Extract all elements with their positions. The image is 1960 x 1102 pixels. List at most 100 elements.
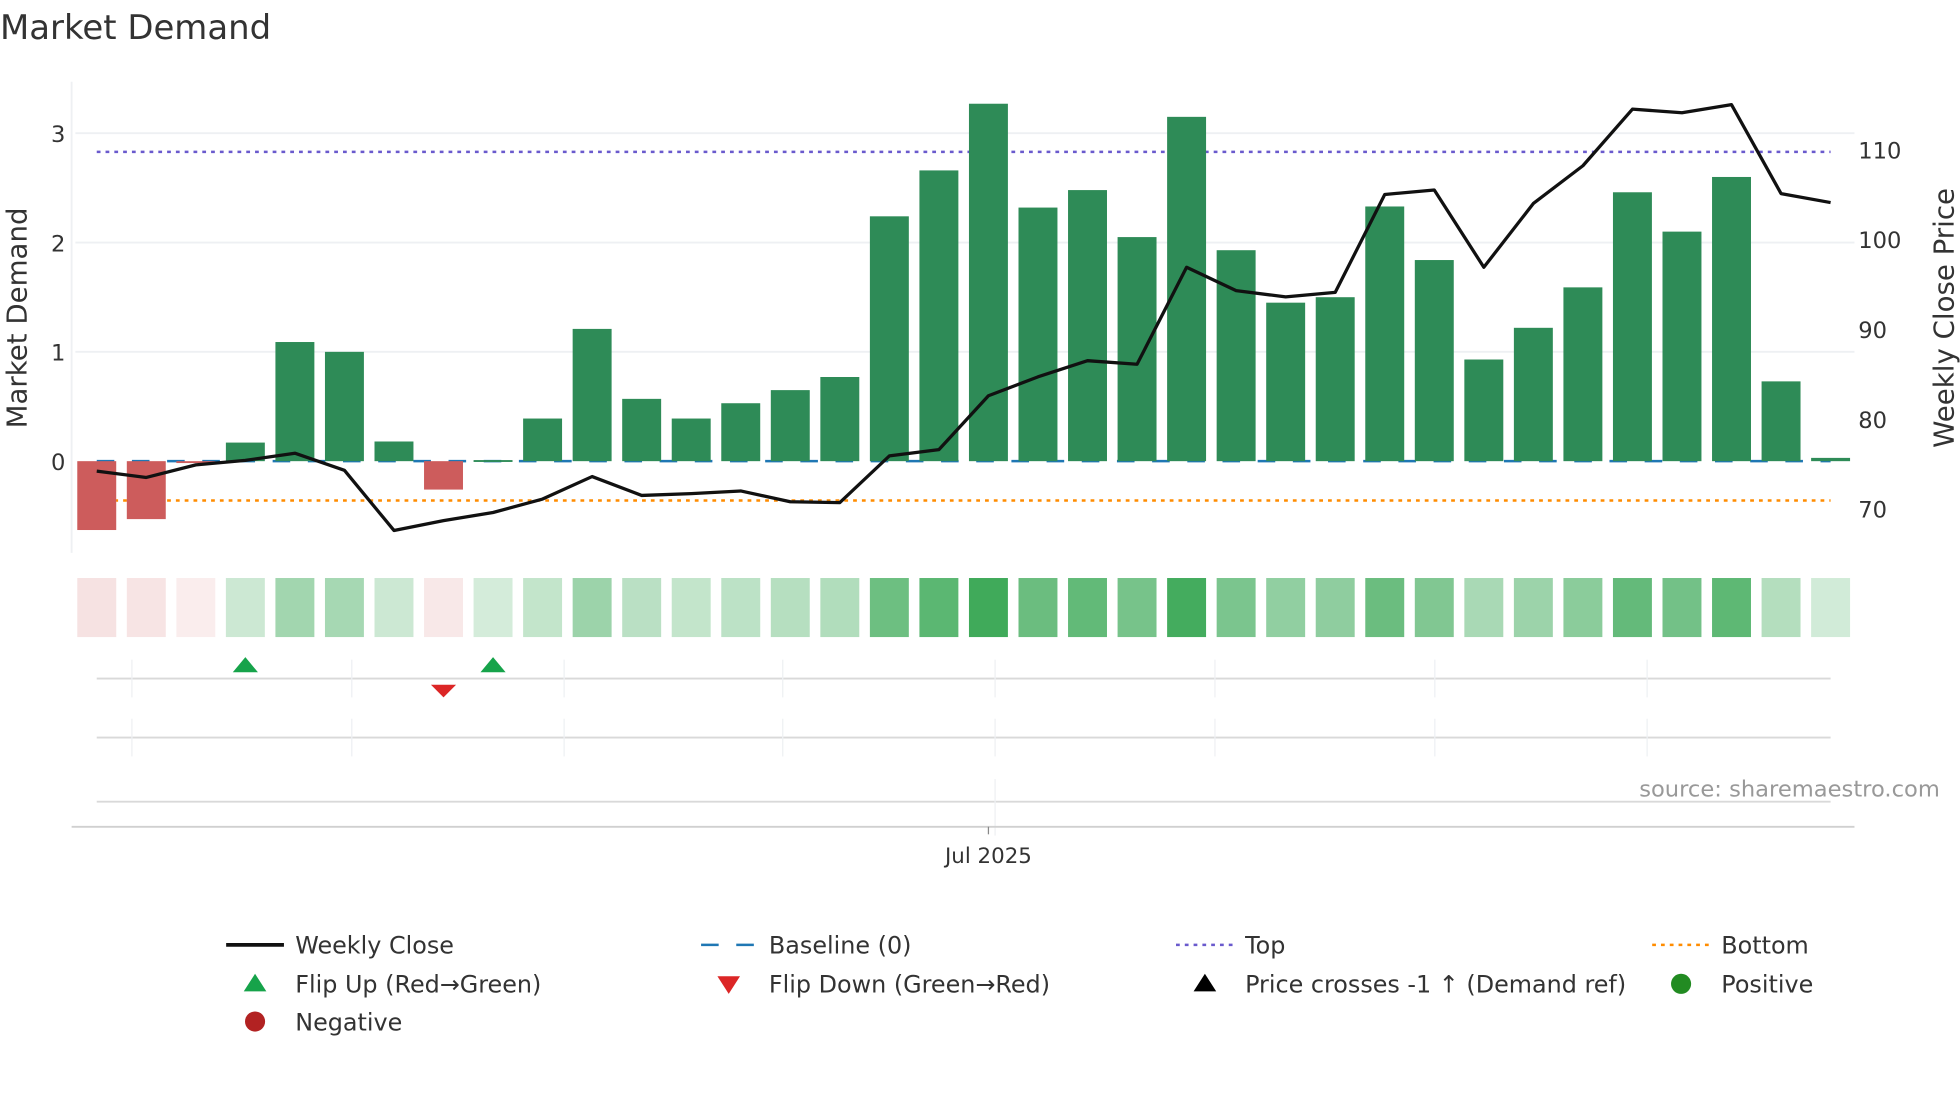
demand-bar — [869, 216, 909, 462]
heat-cell — [1811, 578, 1851, 638]
heat-cell — [1464, 578, 1504, 638]
heat-cell — [572, 578, 612, 638]
legend-label: Bottom — [1721, 932, 1809, 960]
y2-axis-title: Weekly Close Price — [1928, 188, 1960, 448]
demand-bar — [671, 418, 711, 462]
heat-cell — [523, 578, 563, 638]
circle-icon — [1671, 973, 1692, 994]
demand-bar — [1167, 116, 1207, 462]
heat-cell — [1414, 578, 1454, 638]
legend-label: Weekly Close — [295, 932, 454, 960]
heat-cell — [1117, 578, 1157, 638]
demand-bar — [275, 342, 315, 462]
demand-bar — [622, 398, 662, 462]
heat-cell — [1365, 578, 1405, 638]
y-tick-label: 0 — [51, 450, 65, 476]
heat-cell — [1315, 578, 1355, 638]
demand-bar — [820, 376, 860, 462]
right-axis-ticks: 70 80 90 100 110 — [1858, 138, 1901, 523]
heat-cell — [1712, 578, 1751, 638]
demand-bar — [473, 460, 513, 462]
y-tick-label: 2 — [51, 231, 65, 257]
x-tick-label: Jul 2025 — [943, 844, 1032, 869]
demand-bar — [1018, 207, 1058, 462]
y2-tick-label: 110 — [1858, 138, 1901, 164]
demand-bar — [1266, 302, 1306, 462]
legend-item-tri-up-green: Flip Up (Red→Green) — [243, 971, 541, 999]
demand-bar — [374, 441, 414, 462]
demand-bar — [1216, 250, 1256, 462]
legend-label: Price crosses -1 ↑ (Demand ref) — [1245, 971, 1626, 999]
demand-bar — [1612, 192, 1652, 462]
bars — [77, 103, 1851, 531]
heat-cell — [374, 578, 414, 638]
demand-bar — [1811, 457, 1851, 462]
y2-tick-label: 90 — [1858, 318, 1887, 344]
legend-item-circle-green: Positive — [1671, 971, 1813, 999]
demand-bar — [126, 461, 166, 520]
heat-cell — [424, 578, 463, 638]
heat-cell — [1563, 578, 1603, 638]
legend-label: Negative — [295, 1008, 402, 1036]
demand-bar — [721, 403, 761, 462]
heat-cell — [1216, 578, 1256, 638]
triangle-up-icon — [243, 973, 267, 992]
legend-label: Flip Down (Green→Red) — [769, 971, 1050, 999]
legend-item-dash: Baseline (0) — [699, 932, 911, 960]
demand-bar — [424, 461, 463, 490]
chart-title: Market Demand — [0, 8, 271, 47]
demand-bar — [1464, 359, 1504, 462]
legend-item-tri-up-black: Price crosses -1 ↑ (Demand ref) — [1193, 971, 1626, 999]
legend: Weekly Close Baseline (0) Top Bottom Flip Up… — [226, 932, 1813, 1036]
y-tick-label: 1 — [51, 341, 65, 367]
demand-bar — [1068, 190, 1107, 462]
triangle-down-icon — [717, 976, 741, 994]
demand-bar — [1761, 381, 1801, 462]
demand-bar — [1513, 327, 1553, 462]
flip-down-marker — [430, 684, 457, 698]
flip-up-marker — [480, 657, 506, 673]
demand-bar — [919, 170, 959, 462]
demand-bar — [968, 103, 1008, 462]
legend-label: Positive — [1721, 971, 1813, 999]
heat-cell — [1761, 578, 1801, 638]
demand-bar — [1414, 260, 1454, 462]
heat-cell — [1513, 578, 1553, 638]
legend-label: Flip Up (Red→Green) — [295, 971, 541, 999]
left-axis-ticks: 0 1 2 3 — [51, 122, 65, 476]
flip-markers — [232, 657, 506, 698]
market-demand-chart: Market Demand 0 1 2 3 70 80 90 100 110 Market D… — [0, 8, 1960, 1036]
heat-cell — [1068, 578, 1107, 638]
heat-cell — [721, 578, 761, 638]
legend-item-tri-down-red: Flip Down (Green→Red) — [717, 971, 1050, 999]
demand-bar — [324, 351, 364, 462]
heat-cell — [473, 578, 513, 638]
legend-item-line: Weekly Close — [226, 932, 454, 960]
legend-item-circle-red: Negative — [245, 1008, 402, 1036]
heat-cell — [671, 578, 711, 638]
heat-cell — [225, 578, 265, 638]
demand-bar — [523, 418, 563, 462]
heat-cell — [968, 578, 1008, 638]
flip-up-marker — [232, 657, 258, 673]
heat-cell — [919, 578, 959, 638]
demand-bar — [572, 328, 612, 462]
y2-tick-label: 100 — [1858, 228, 1901, 254]
heat-cell — [176, 578, 216, 638]
heat-cell — [1662, 578, 1702, 638]
demand-bar — [1365, 206, 1405, 462]
y-axis-title: Market Demand — [0, 207, 33, 428]
heat-cell — [820, 578, 860, 638]
heat-cell — [126, 578, 166, 638]
demand-heat-strip — [77, 578, 1851, 638]
triangle-up-icon — [1193, 973, 1217, 992]
heat-cell — [1167, 578, 1207, 638]
legend-label: Top — [1244, 932, 1285, 960]
y2-tick-label: 80 — [1858, 408, 1887, 434]
y-tick-label: 3 — [51, 122, 65, 148]
heat-cell — [324, 578, 364, 638]
heat-cell — [770, 578, 810, 638]
heat-cell — [869, 578, 909, 638]
demand-bar — [1563, 287, 1603, 462]
heat-cell — [275, 578, 315, 638]
